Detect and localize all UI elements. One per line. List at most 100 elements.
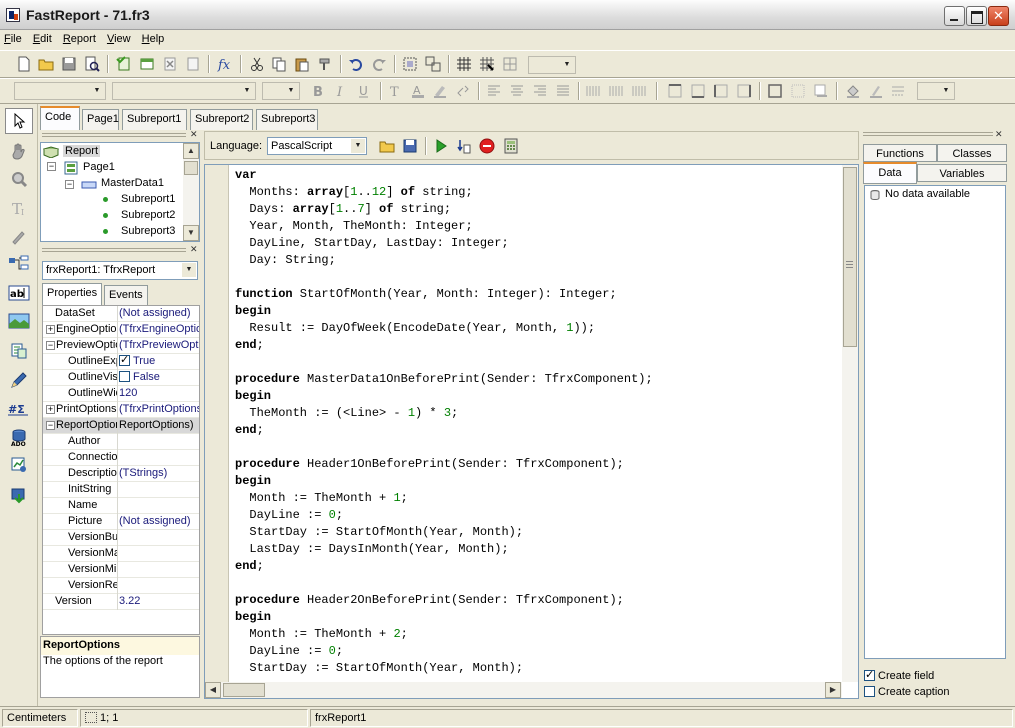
hand-icon[interactable] [10, 142, 28, 160]
collapse-icon[interactable]: − [46, 341, 55, 350]
code-line[interactable]: end; [235, 337, 264, 354]
code-line[interactable]: begin [235, 609, 271, 626]
group-icon[interactable] [402, 56, 418, 72]
tab-code[interactable]: Code [40, 106, 80, 130]
prop-row-name[interactable]: Name [43, 498, 199, 514]
object-selector-combo[interactable]: frxReport1: TfrxReport ▼ [42, 261, 198, 280]
code-line[interactable]: Month := TheMonth + 2; [235, 626, 407, 643]
link-icon[interactable] [455, 83, 471, 99]
prop-row-author[interactable]: Author [43, 434, 199, 450]
ado-database-icon[interactable]: ADO [10, 428, 28, 446]
create-caption-option[interactable]: Create caption [864, 686, 950, 698]
code-line[interactable]: DayLine, StartDay, LastDay: Integer; [235, 235, 508, 252]
code-line[interactable]: procedure Header2OnBeforePrint(Sender: T… [235, 592, 624, 609]
prop-row-description[interactable]: Description (TStrings) [43, 466, 199, 482]
scroll-right-icon[interactable]: ▶ [825, 682, 841, 698]
function-fx-icon[interactable]: fx [217, 56, 233, 72]
code-vertical-scrollbar[interactable] [842, 165, 858, 682]
code-line[interactable]: LastDay := DaysInMonth(Year, Month); [235, 541, 508, 558]
code-line[interactable]: Days: array[1..7] of string; [235, 201, 451, 218]
tree-item-page1[interactable]: Page1 [83, 161, 115, 173]
new-dialog-icon[interactable] [139, 56, 155, 72]
zoom-combo[interactable]: ▼ [528, 56, 576, 74]
code-line[interactable]: var [235, 167, 257, 184]
code-line[interactable]: Day: String; [235, 252, 335, 269]
scroll-down-icon[interactable]: ▼ [183, 225, 199, 241]
code-line[interactable]: DayLine := 0; [235, 507, 343, 524]
undo-icon[interactable] [348, 56, 364, 72]
save-icon[interactable] [61, 56, 77, 72]
menu-view[interactable]: View [103, 30, 135, 45]
code-line[interactable]: begin [235, 388, 271, 405]
align-left-icon[interactable] [486, 83, 502, 99]
prop-row-engineoptions[interactable]: +EngineOptions(TfrxEngineOptions) [43, 322, 199, 338]
maximize-button[interactable] [966, 6, 987, 26]
close-icon[interactable]: ✕ [190, 244, 198, 255]
collapse-icon[interactable]: − [65, 180, 74, 189]
frame-left-icon[interactable] [713, 83, 729, 99]
prop-row-versionrelease[interactable]: VersionRelease [43, 578, 199, 594]
prop-row-versionminor[interactable]: VersionMinor [43, 562, 199, 578]
font-size-combo[interactable]: ▼ [262, 82, 300, 100]
new-report-icon[interactable] [16, 56, 32, 72]
run-script-icon[interactable] [433, 138, 449, 154]
insert-band-icon[interactable] [8, 255, 30, 273]
system-text-icon[interactable]: #Σ [8, 400, 30, 418]
save-icon[interactable] [402, 138, 418, 154]
redo-icon[interactable] [371, 56, 387, 72]
frame-width-combo[interactable]: ▼ [917, 82, 955, 100]
align-middle-icon[interactable] [608, 83, 624, 99]
prop-row-initstring[interactable]: InitString [43, 482, 199, 498]
scroll-left-icon[interactable]: ◀ [205, 682, 221, 698]
menu-report[interactable]: Report [59, 30, 100, 45]
code-line[interactable]: begin [235, 303, 271, 320]
frame-style-icon[interactable] [890, 83, 906, 99]
tree-item-report[interactable]: Report [63, 145, 101, 157]
step-into-icon[interactable] [456, 138, 472, 154]
format-painter-icon[interactable] [10, 227, 28, 245]
open-folder-icon[interactable] [38, 56, 54, 72]
show-grid-icon[interactable] [456, 56, 472, 72]
chart-object-icon[interactable] [10, 456, 28, 474]
frame-right-icon[interactable] [736, 83, 752, 99]
checkbox-unchecked[interactable] [119, 371, 130, 382]
subreport-object-icon[interactable] [10, 342, 28, 360]
menu-edit[interactable]: Edit [29, 30, 56, 45]
menu-file[interactable]: File [0, 30, 26, 45]
picture-object-icon[interactable] [8, 312, 30, 330]
align-justify-icon[interactable] [555, 83, 571, 99]
prop-row-outlineexpand[interactable]: OutlineExpandTrue [43, 354, 199, 370]
scroll-thumb[interactable] [843, 167, 857, 347]
collapse-icon[interactable]: − [47, 162, 56, 171]
tab-page1[interactable]: Page1 [82, 109, 119, 130]
prop-row-picture[interactable]: Picture (Not assigned) [43, 514, 199, 530]
evaluate-calculator-icon[interactable] [503, 138, 519, 154]
text-object-icon[interactable]: ab [8, 284, 30, 302]
prop-row-versionbuild[interactable]: VersionBuild [43, 530, 199, 546]
draw-object-icon[interactable] [10, 371, 28, 389]
collapse-icon[interactable]: − [46, 421, 55, 430]
prop-row-versionmajor[interactable]: VersionMajor [43, 546, 199, 562]
shadow-icon[interactable] [813, 83, 829, 99]
tab-variables[interactable]: Variables [917, 164, 1007, 182]
prop-row-outlinevisible[interactable]: OutlineVisibleFalse [43, 370, 199, 386]
cut-icon[interactable] [249, 56, 265, 72]
stop-script-icon[interactable] [479, 138, 495, 154]
close-icon[interactable]: ✕ [190, 129, 198, 140]
prop-row-previewoptions[interactable]: −PreviewOptions(TfrxPreviewOptions) [43, 338, 199, 354]
close-button[interactable] [988, 6, 1009, 26]
frame-top-icon[interactable] [667, 83, 683, 99]
bold-icon[interactable]: B [310, 83, 326, 99]
tab-subreport3[interactable]: Subreport3 [256, 109, 318, 130]
tree-item-subreport2[interactable]: Subreport2 [121, 209, 175, 221]
zoom-icon[interactable] [10, 170, 28, 188]
tab-subreport1[interactable]: Subreport1 [122, 109, 187, 130]
menu-help[interactable]: Help [138, 30, 169, 45]
fit-to-grid-icon[interactable] [502, 56, 518, 72]
code-horizontal-scrollbar[interactable]: ◀ ▶ [205, 682, 842, 698]
fill-color-icon[interactable] [845, 83, 861, 99]
tab-data[interactable]: Data [863, 162, 917, 184]
code-line[interactable]: end; [235, 422, 264, 439]
align-bottom-icon[interactable] [631, 83, 647, 99]
align-right-icon[interactable] [532, 83, 548, 99]
